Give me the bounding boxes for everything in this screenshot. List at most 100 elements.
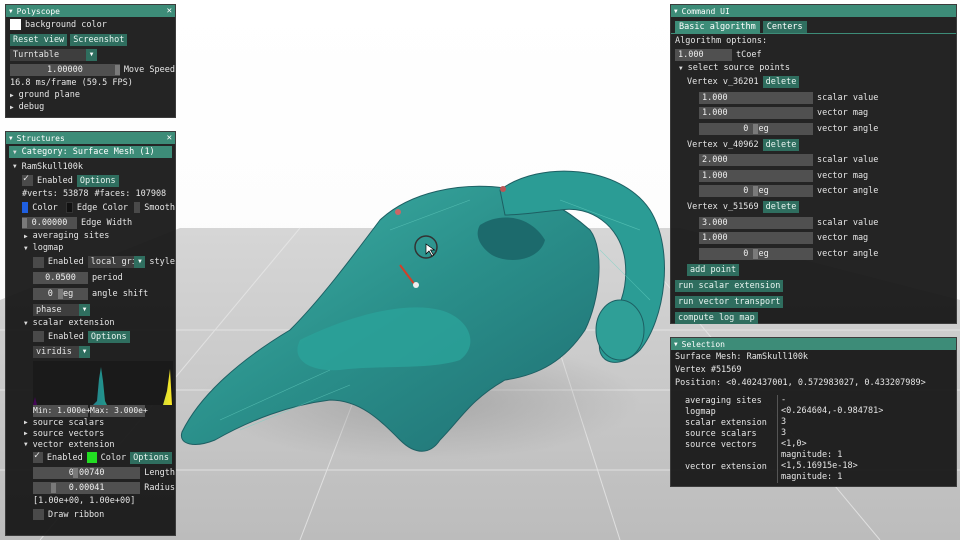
vector-angle-slider[interactable]: 0 deg [699, 247, 813, 260]
selection-mesh: Surface Mesh: RamSkull100k [675, 351, 809, 362]
slider-knob[interactable] [753, 186, 758, 197]
scalar-options-button[interactable]: Options [87, 330, 130, 343]
vector-mag-input[interactable]: 1.000 [699, 169, 813, 182]
phase-select[interactable]: phase ▼ [33, 303, 90, 316]
compute-log-map-button[interactable]: compute log map [675, 311, 758, 324]
structures-titlebar[interactable]: ▼ Structures ✕ [6, 132, 175, 144]
vertex-header-row: Vertex v_40962 delete [671, 137, 956, 153]
run-vector-transport-button[interactable]: run vector transport [675, 295, 784, 308]
reset-view-button[interactable]: Reset view [10, 33, 68, 46]
scalar-value-input[interactable]: 2.000 [699, 154, 813, 167]
ground-plane-label: ground plane [18, 90, 81, 100]
averaging-sites-node[interactable]: ▶ averaging sites [6, 230, 175, 242]
collapse-triangle-icon[interactable]: ▼ [674, 341, 678, 348]
hist-min-field[interactable]: Min: 1.000e+ [33, 405, 91, 417]
add-point-button[interactable]: add point [687, 263, 740, 276]
vector-mag-label: vector mag [817, 108, 869, 119]
vector-mag-input[interactable]: 1.000 [699, 232, 813, 245]
vector-enabled-checkbox[interactable] [33, 450, 43, 463]
mesh-options-button[interactable]: Options [76, 174, 119, 187]
debug-node[interactable]: ▶ debug [6, 101, 175, 113]
polyscope-titlebar[interactable]: ▼ Polyscope ✕ [6, 5, 175, 17]
vector-angle-label: vector angle [817, 123, 879, 134]
edge-color-swatch[interactable] [65, 202, 73, 213]
vector-mag-label: vector mag [817, 233, 869, 244]
screenshot-button[interactable]: Screenshot [70, 33, 128, 46]
selection-titlebar[interactable]: ▼ Selection [671, 338, 956, 350]
source-vertex-list: Vertex v_36201 delete 1.000 scalar value 1.0… [671, 74, 956, 262]
collapse-triangle-icon[interactable]: ▼ [674, 8, 678, 15]
selection-table-row: vector extension <1,5.16915e-18> [671, 461, 956, 472]
hist-max-field[interactable]: Max: 3.000e+ [90, 405, 148, 417]
source-scalars-label: source scalars [32, 417, 105, 428]
vector-angle-row: 0 deg vector angle [671, 184, 956, 200]
chevron-down-icon: ▼ [86, 48, 97, 61]
vector-angle-slider[interactable]: 0 deg [699, 185, 813, 198]
period-input[interactable]: 0.0500 [33, 272, 88, 284]
vector-extension-label: vector extension [32, 439, 115, 450]
command-ui-titlebar[interactable]: ▼ Command UI [671, 5, 956, 17]
logmap-style-select[interactable]: local gri ▼ [87, 256, 146, 268]
move-speed-slider[interactable]: 1.00000 [10, 63, 120, 76]
close-icon[interactable]: ✕ [167, 133, 172, 143]
scalar-value-input[interactable]: 1.000 [699, 91, 813, 104]
slider-knob[interactable] [753, 123, 758, 134]
vertex-header-row: Vertex v_51569 delete [671, 199, 956, 215]
move-speed-row: 1.00000 Move Speed [6, 62, 175, 77]
scalar-value-input[interactable]: 3.000 [699, 216, 813, 229]
slider-knob[interactable] [22, 217, 27, 228]
length-label: Length [144, 467, 175, 478]
mesh-node[interactable]: ▼ RamSkull100k [6, 160, 175, 173]
vector-mag-input[interactable]: 1.000 [699, 107, 813, 120]
logmap-enabled-checkbox[interactable] [33, 256, 44, 268]
slider-knob[interactable] [73, 467, 78, 478]
colormap-row: viridis ▼ [6, 344, 175, 359]
source-vectors-node[interactable]: ▶ source vectors [6, 428, 175, 439]
vector-extension-node[interactable]: ▼ vector extension [6, 439, 175, 450]
collapse-triangle-icon[interactable]: ▼ [9, 8, 13, 15]
radius-slider[interactable]: 0.00041 [33, 481, 141, 494]
slider-knob[interactable] [58, 289, 63, 299]
delete-vertex-button[interactable]: delete [762, 138, 800, 151]
edge-width-slider[interactable]: 0.00000 [22, 216, 77, 229]
angle-shift-slider[interactable]: 0 deg [33, 288, 88, 300]
length-slider[interactable]: 0.00740 [33, 466, 141, 479]
scalar-extension-node[interactable]: ▼ scalar extension [6, 317, 175, 329]
vector-options-button[interactable]: Options [130, 451, 172, 464]
tab-centers[interactable]: Centers [762, 21, 807, 33]
mesh-enabled-checkbox[interactable] [22, 173, 33, 186]
mesh-color-swatch[interactable] [22, 202, 29, 213]
slider-knob[interactable] [51, 482, 56, 493]
logmap-node[interactable]: ▼ logmap [6, 242, 175, 254]
selection-table-row: scalar extension 3 [671, 417, 956, 428]
delete-vertex-button[interactable]: delete [762, 201, 800, 213]
select-source-node[interactable]: ▼ select source points [671, 62, 956, 74]
selection-position-row: Position: <0.402437001, 0.572983027, 0.4… [671, 376, 956, 389]
delete-vertex-button[interactable]: delete [762, 76, 800, 88]
colormap-select[interactable]: viridis ▼ [33, 345, 90, 358]
view-mode-select[interactable]: Turntable ▼ [10, 48, 97, 61]
vector-angle-row: 0 deg vector angle [671, 121, 956, 137]
collapse-triangle-icon[interactable]: ▼ [9, 135, 13, 142]
selection-table-row: magnitude: 1 [671, 450, 956, 461]
close-icon[interactable]: ✕ [167, 6, 172, 16]
background-color-swatch[interactable] [10, 19, 21, 30]
scalar-enabled-checkbox[interactable] [33, 331, 44, 342]
tcoef-input[interactable]: 1.000 [675, 48, 732, 61]
category-header[interactable]: ▼ Category: Surface Mesh (1) [9, 146, 172, 158]
picked-point [413, 282, 419, 288]
run-scalar-extension-button[interactable]: run scalar extension [675, 279, 784, 292]
slider-knob[interactable] [753, 248, 758, 259]
smooth-checkbox[interactable] [134, 202, 141, 213]
tab-basic-algorithm[interactable]: Basic algorithm [675, 21, 760, 33]
vector-angle-slider[interactable]: 0 deg [699, 122, 813, 135]
vector-color-swatch[interactable] [86, 452, 97, 463]
ground-plane-node[interactable]: ▶ ground plane [6, 89, 175, 101]
hist-max-value: Max: 3.000e+ [90, 406, 148, 415]
tree-expanded-icon: ▼ [13, 148, 17, 156]
source-scalars-node[interactable]: ▶ source scalars [6, 417, 175, 428]
draw-ribbon-checkbox[interactable] [33, 509, 44, 520]
scalar-histogram[interactable] [33, 361, 173, 405]
mesh-color-row: Color Edge Color Smooth [6, 200, 175, 215]
slider-knob[interactable] [114, 64, 120, 75]
